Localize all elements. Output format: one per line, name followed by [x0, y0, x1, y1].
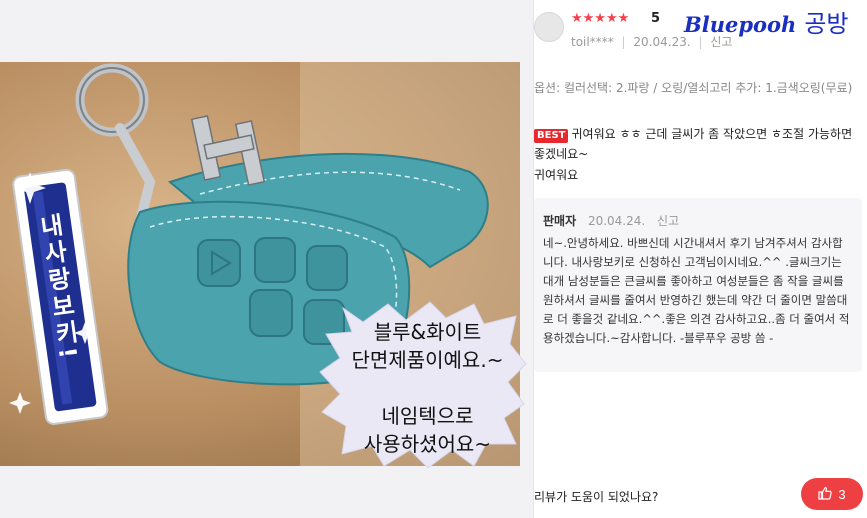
shop-watermark: Bluepooh 공방 [684, 4, 849, 39]
thumbs-up-icon [818, 486, 833, 503]
helpful-like-button[interactable]: 3 [801, 478, 863, 510]
reply-report-link[interactable]: 신고 [657, 214, 679, 228]
reply-body: 네~.안녕하세요. 바쁘신데 시간내셔서 후기 남겨주셔서 감사합니다. 내사랑… [543, 236, 850, 345]
seller-reply: 판매자 20.04.24. 신고 네~.안녕하세요. 바쁘신데 시간내셔서 후기… [534, 198, 862, 372]
helpful-question: 리뷰가 도움이 되었나요? [534, 490, 659, 504]
best-badge: BEST [534, 129, 569, 143]
reply-header: 판매자 20.04.24. 신고 [543, 212, 679, 229]
reply-author: 판매자 [543, 214, 577, 228]
user-avatar [534, 12, 564, 42]
brand-name-en: Bluepooh [684, 12, 797, 37]
bubble-line-1: 블루&화이트 [373, 320, 482, 344]
bubble-line-4: 사용하셨어요~ [363, 432, 492, 456]
review-text-secondary: 귀여워요 [534, 168, 579, 182]
review-photo-panel: 내사랑보키! 블루&화이트 단면제품이예요.~ 네임텍으로 사용하셨어요~ [0, 0, 533, 518]
rating-score: 5 [651, 11, 661, 26]
meta-separator: | [621, 35, 626, 49]
review-date: 20.04.23. [633, 35, 691, 49]
review-detail-panel: ★★★★★ 5 toil**** | 20.04.23. | 신고 Bluepo… [534, 0, 867, 518]
speech-bubble-text: 블루&화이트 단면제품이예요.~ 네임텍으로 사용하셨어요~ [330, 318, 525, 458]
rating-stars: ★★★★★ [571, 11, 630, 26]
purchase-option: 옵션: 컬러선택: 2.파랑 / 오링/열쇠고리 추가: 1.금색오링(무료) [534, 81, 853, 95]
review-body: BEST 귀여워요 ㅎㅎ 근데 글씨가 좀 작았으면 ㅎ조절 가능하면 좋겠네요~ [534, 124, 864, 164]
reply-date: 20.04.24. [587, 214, 646, 228]
reviewer-id: toil**** [571, 35, 614, 49]
review-text: 귀여워요 ㅎㅎ 근데 글씨가 좀 작았으면 ㅎ조절 가능하면 좋겠네요~ [534, 127, 853, 161]
brand-name-kr: 공방 [804, 10, 849, 38]
like-count: 3 [838, 486, 846, 502]
bubble-line-3: 네임텍으로 [381, 404, 474, 428]
bubble-line-2: 단면제품이예요.~ [351, 348, 504, 372]
